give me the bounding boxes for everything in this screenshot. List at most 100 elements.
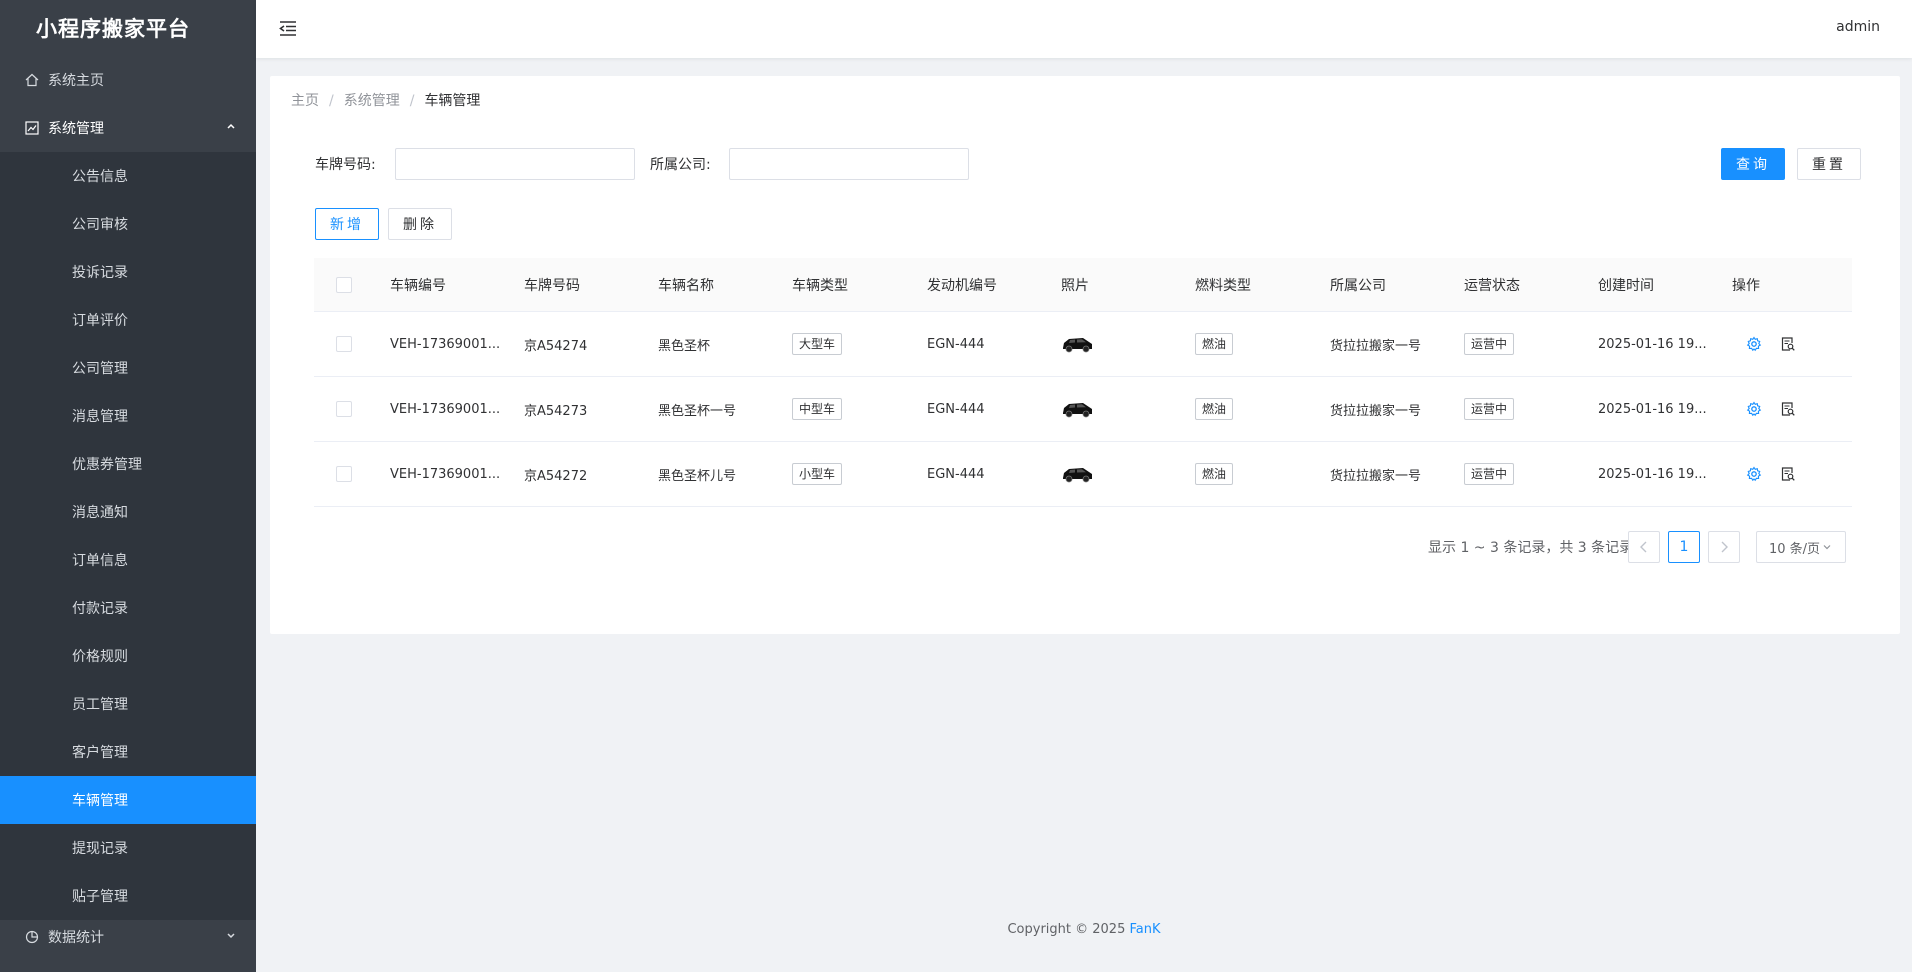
vehicle-no-cell: VEH-17369001... (390, 466, 501, 482)
plate-cell: 京A54272 (524, 468, 588, 484)
view-detail-icon[interactable] (1780, 336, 1796, 352)
column-header: 车牌号码 (524, 277, 580, 294)
status-badge: 运营中 (1464, 463, 1515, 485)
vehicle-type-cell: 小型车 (792, 463, 927, 485)
footer-brand-link[interactable]: FanK (1130, 922, 1161, 937)
table-row: VEH-17369001... 京A54274 黑色圣杯 大型车 EGN-444… (314, 312, 1852, 377)
actions-cell (1732, 466, 1832, 482)
footer-copyright: Copyright © 2025 (1007, 922, 1130, 937)
vehicle-type-tag: 大型车 (792, 333, 843, 355)
add-button[interactable]: 新增 (315, 208, 379, 240)
fuel-tag: 燃油 (1195, 333, 1234, 355)
sidebar-item-announcements[interactable]: 公告信息 (0, 152, 256, 200)
fuel-cell: 燃油 (1195, 463, 1330, 485)
sidebar-item-orders[interactable]: 订单信息 (0, 536, 256, 584)
user-menu[interactable]: admin (1836, 19, 1880, 35)
delete-button[interactable]: 删除 (388, 208, 452, 240)
sidebar-item-system[interactable]: 系统管理 (0, 104, 256, 152)
view-detail-icon[interactable] (1780, 466, 1796, 482)
menu-fold-icon[interactable] (278, 18, 298, 38)
breadcrumb-current: 车辆管理 (424, 93, 481, 109)
reset-button[interactable]: 重置 (1797, 148, 1861, 180)
row-checkbox[interactable] (336, 466, 352, 482)
car-photo[interactable] (1061, 398, 1093, 420)
photo-cell (1061, 463, 1195, 485)
breadcrumb-separator: / (409, 93, 415, 109)
engine-cell: EGN-444 (927, 401, 985, 417)
engine-cell: EGN-444 (927, 336, 985, 352)
car-photo[interactable] (1061, 463, 1093, 485)
fuel-tag: 燃油 (1195, 463, 1234, 485)
sidebar-group-stats: 数据统计 (0, 913, 256, 961)
vehicle-type-tag: 中型车 (792, 398, 843, 420)
sidebar-item-order-reviews[interactable]: 订单评价 (0, 296, 256, 344)
next-page-button[interactable] (1708, 531, 1740, 563)
chevron-up-icon (226, 122, 236, 135)
breadcrumb: 主页 / 系统管理 / 车辆管理 (291, 90, 480, 110)
car-photo[interactable] (1061, 333, 1093, 355)
sidebar-item-home[interactable]: 系统主页 (0, 56, 256, 104)
gear-icon[interactable] (1746, 401, 1762, 417)
plate-cell: 京A54274 (524, 338, 588, 354)
top-header: admin (256, 0, 1912, 58)
prev-page-button[interactable] (1628, 531, 1660, 563)
sidebar-item-withdrawals[interactable]: 提现记录 (0, 824, 256, 872)
column-header: 燃料类型 (1195, 277, 1251, 294)
page-size-select[interactable]: 10 条/页 (1756, 531, 1846, 563)
actions-cell (1732, 401, 1832, 417)
sidebar-item-vehicles[interactable]: 车辆管理 (0, 776, 256, 824)
chevron-left-icon (1640, 541, 1647, 553)
sidebar-item-customers[interactable]: 客户管理 (0, 728, 256, 776)
vehicle-name-cell: 黑色圣杯一号 (658, 403, 737, 419)
photo-cell (1061, 333, 1195, 355)
plate-cell: 京A54273 (524, 403, 588, 419)
gear-icon[interactable] (1746, 336, 1762, 352)
row-checkbox[interactable] (336, 401, 352, 417)
vehicle-type-tag: 小型车 (792, 463, 843, 485)
company-label: 所属公司: (650, 157, 711, 173)
page-1-button[interactable]: 1 (1668, 531, 1700, 563)
sidebar-item-label: 系统管理 (48, 121, 104, 137)
row-select-cell (314, 466, 390, 482)
sidebar-item-label: 系统主页 (48, 73, 104, 89)
chevron-down-icon (226, 931, 236, 944)
gear-icon[interactable] (1746, 466, 1762, 482)
app-logo-title: 小程序搬家平台 (36, 17, 190, 41)
column-header: 照片 (1061, 277, 1089, 294)
sidebar-item-notifications[interactable]: 消息通知 (0, 488, 256, 536)
row-select-cell (314, 401, 390, 417)
pagination-summary: 显示 1 ~ 3 条记录，共 3 条记录 (1428, 540, 1634, 556)
system-submenu: 公告信息 公司审核 投诉记录 订单评价 公司管理 消息管理 优惠券管理 消息通知… (0, 152, 256, 920)
vehicle-no-cell: VEH-17369001... (390, 336, 501, 352)
sidebar-item-pricing[interactable]: 价格规则 (0, 632, 256, 680)
company-cell: 货拉拉搬家一号 (1330, 468, 1422, 484)
breadcrumb-home[interactable]: 主页 (291, 90, 319, 110)
query-button[interactable]: 查询 (1721, 148, 1785, 180)
select-all-checkbox[interactable] (336, 276, 352, 293)
sidebar-item-company-review[interactable]: 公司审核 (0, 200, 256, 248)
sidebar-item-complaints[interactable]: 投诉记录 (0, 248, 256, 296)
fuel-tag: 燃油 (1195, 398, 1234, 420)
column-header: 操作 (1732, 277, 1760, 294)
sidebar-item-employees[interactable]: 员工管理 (0, 680, 256, 728)
plate-label: 车牌号码: (315, 157, 376, 173)
view-detail-icon[interactable] (1780, 401, 1796, 417)
column-header: 所属公司 (1330, 277, 1386, 294)
page-size-value: 10 条/页 (1769, 541, 1821, 557)
sidebar: 小程序搬家平台 系统主页 系统管理 公告信息 公司审核 投诉记录 订单评价 公司… (0, 0, 256, 972)
pie-chart-icon (24, 929, 40, 945)
sidebar-item-company-management[interactable]: 公司管理 (0, 344, 256, 392)
column-header: 创建时间 (1598, 277, 1654, 294)
breadcrumb-separator: / (329, 93, 334, 109)
table-row: VEH-17369001... 京A54272 黑色圣杯儿号 小型车 EGN-4… (314, 442, 1852, 507)
vehicle-no-cell: VEH-17369001... (390, 401, 501, 417)
sidebar-item-stats[interactable]: 数据统计 (0, 913, 256, 961)
sidebar-item-message-management[interactable]: 消息管理 (0, 392, 256, 440)
sidebar-item-coupons[interactable]: 优惠券管理 (0, 440, 256, 488)
company-cell: 货拉拉搬家一号 (1330, 338, 1422, 354)
plate-input[interactable] (395, 148, 635, 180)
sidebar-item-payments[interactable]: 付款记录 (0, 584, 256, 632)
company-input[interactable] (729, 148, 969, 180)
row-checkbox[interactable] (336, 336, 352, 352)
fuel-cell: 燃油 (1195, 398, 1330, 420)
